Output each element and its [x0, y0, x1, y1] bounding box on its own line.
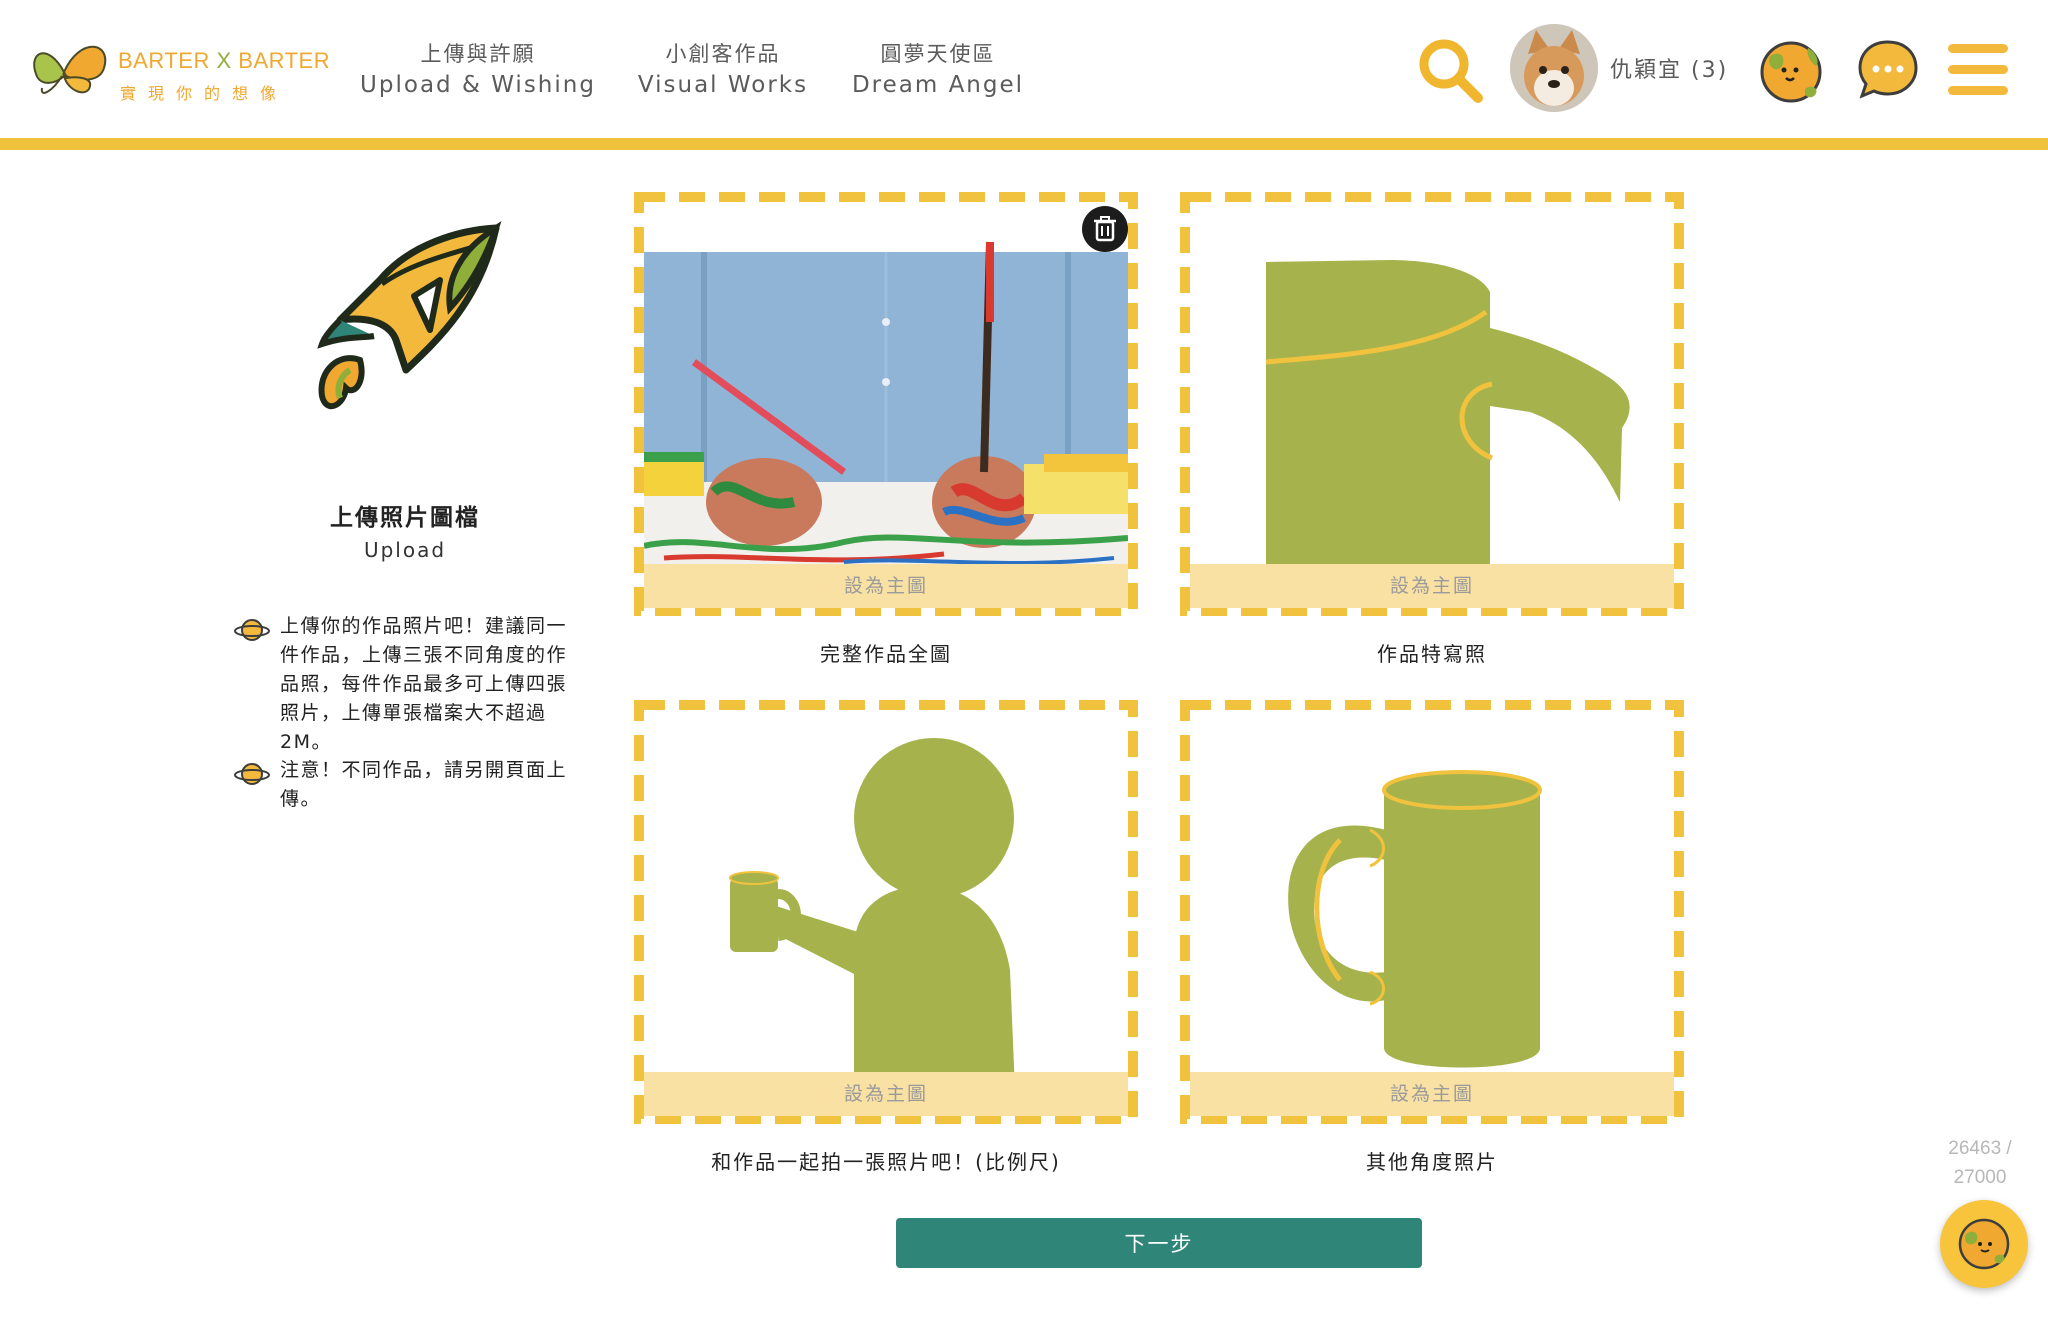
logo-wordmark: BARTER X BARTER [118, 48, 331, 73]
set-main-image-button[interactable]: 設為主圖 [644, 564, 1128, 608]
nav-label-zh: 圓夢天使區 [880, 42, 996, 66]
mug-closeup-placeholder-icon [1265, 260, 1630, 606]
artist-painting-photo [644, 202, 1128, 606]
nav-label-en: Upload & Wishing [360, 72, 596, 98]
nav-visual-works[interactable]: 小創客作品 Visual Works [626, 40, 820, 102]
upload-slot-scale-photo[interactable]: 設為主圖 [634, 700, 1138, 1124]
nav-dream-angel[interactable]: 圓夢天使區 Dream Angel [846, 40, 1030, 102]
search-button[interactable] [1416, 36, 1484, 108]
chat-icon [1858, 40, 1918, 99]
card-caption: 其他角度照片 [1366, 1150, 1498, 1174]
person-holding-mug-placeholder-icon [729, 738, 1016, 1114]
set-main-image-button[interactable]: 設為主圖 [644, 1072, 1128, 1116]
counter-current: 26463 / [1948, 1138, 2012, 1159]
counter-total: 27000 [1953, 1167, 2007, 1188]
upload-panel-title: 上傳照片圖檔 [330, 505, 480, 531]
card-caption: 和作品一起拍一張照片吧！(比例尺) [711, 1150, 1061, 1174]
close-up-placeholder [1190, 202, 1674, 606]
menu-button[interactable] [1948, 44, 2008, 100]
other-angle-placeholder [1190, 710, 1674, 1114]
nav-upload-wishing[interactable]: 上傳與許願 Upload & Wishing [358, 40, 598, 102]
planet-bullet-icon [234, 619, 270, 641]
search-icon [1419, 39, 1483, 103]
floating-mascot-button[interactable] [1940, 1200, 2028, 1288]
shiba-avatar-image [1510, 24, 1598, 112]
upload-slot-close-up[interactable]: 設為主圖 [1180, 192, 1684, 616]
card-caption: 完整作品全圖 [820, 642, 952, 666]
tip-text: 注意！不同作品，請另開頁面上傳。 [280, 759, 568, 810]
top-navbar: BARTER X BARTER 實現你的想像 上傳與許願 Upload & Wi… [0, 0, 2048, 140]
upload-slot-other-angle[interactable]: 設為主圖 [1180, 700, 1684, 1124]
logo-tagline: 實現你的想像 [120, 84, 289, 103]
chat-button[interactable] [1856, 38, 1920, 106]
set-main-image-button[interactable]: 設為主圖 [1190, 1072, 1674, 1116]
butterfly-logo-icon [33, 45, 107, 94]
set-main-image-button[interactable]: 設為主圖 [1190, 564, 1674, 608]
planet-mascot-icon [1760, 41, 1822, 103]
nav-label-zh: 上傳與許願 [420, 42, 536, 66]
next-step-button[interactable]: 下一步 [896, 1218, 1422, 1268]
delete-photo-button[interactable] [1082, 206, 1128, 252]
upload-counter: 26463 / 27000 [1930, 1134, 2030, 1192]
nav-label-en: Dream Angel [851, 72, 1025, 98]
upload-slot-full-view[interactable]: 設為主圖 [634, 192, 1138, 616]
avatar[interactable] [1510, 24, 1598, 112]
mascot-button[interactable] [1756, 36, 1826, 110]
site-logo[interactable]: BARTER X BARTER 實現你的想像 [28, 32, 331, 112]
nav-label-en: Visual Works [637, 72, 809, 98]
user-name[interactable]: 仇穎宜 (3) [1610, 52, 1728, 84]
rocket-icon [317, 221, 502, 410]
card-caption: 作品特寫照 [1377, 642, 1487, 666]
planet-mascot-icon [1958, 1218, 2010, 1270]
mug-side-placeholder-icon [1288, 770, 1542, 1068]
scale-photo-placeholder [644, 710, 1128, 1114]
menu-icon [1948, 44, 2008, 95]
trash-icon [1094, 216, 1116, 242]
nav-label-zh: 小創客作品 [665, 42, 781, 66]
header-divider [0, 138, 2048, 150]
planet-bullet-icon [234, 763, 270, 785]
uploaded-photo [644, 202, 1128, 606]
tip-text: 上傳你的作品照片吧！建議同一件作品，上傳三張不同角度的作品照，每件作品最多可上傳… [280, 615, 568, 753]
upload-panel-subtitle: Upload [363, 538, 447, 562]
